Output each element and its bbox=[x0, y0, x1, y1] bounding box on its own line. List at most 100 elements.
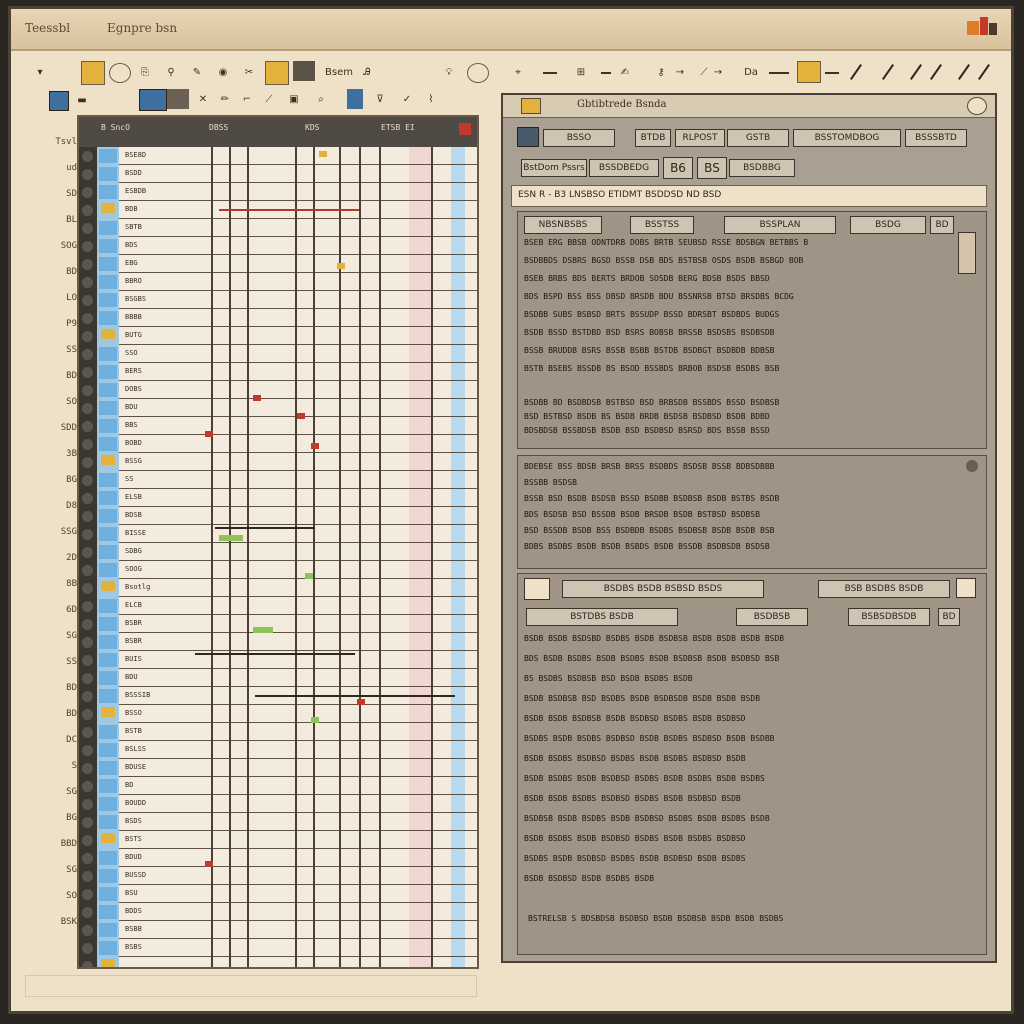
section-control[interactable]: BD bbox=[930, 216, 954, 234]
key-icon[interactable]: ⚷ bbox=[651, 63, 671, 81]
panel-button[interactable]: BS bbox=[697, 157, 727, 179]
chart-icon[interactable] bbox=[139, 89, 167, 111]
paste-icon[interactable]: ✎ bbox=[187, 63, 207, 81]
row-number-marker[interactable] bbox=[82, 511, 93, 522]
monitor-icon[interactable] bbox=[49, 91, 69, 111]
row-number-marker[interactable] bbox=[82, 277, 93, 288]
column-header[interactable]: ETSB EI bbox=[381, 123, 451, 133]
sidebar-icon[interactable] bbox=[347, 89, 363, 109]
note-icon[interactable] bbox=[797, 61, 821, 83]
pen-icon[interactable] bbox=[958, 64, 970, 80]
section-three-expand-icon[interactable] bbox=[956, 578, 976, 598]
row-number-marker[interactable] bbox=[82, 457, 93, 468]
chart-line-icon[interactable]: ⟋ bbox=[259, 89, 279, 109]
row-code-cell[interactable]: BDUSE bbox=[125, 763, 209, 773]
row-code-cell[interactable]: BDU bbox=[125, 673, 209, 683]
row-code-cell[interactable]: BERS bbox=[125, 367, 209, 377]
section-control[interactable]: NBSNBSBS bbox=[524, 216, 602, 234]
pen-icon[interactable] bbox=[978, 64, 990, 80]
scissors-icon[interactable]: ✂ bbox=[239, 63, 259, 81]
row-number-marker[interactable] bbox=[82, 205, 93, 216]
row-code-cell[interactable]: BUSSD bbox=[125, 871, 209, 881]
copy-icon[interactable]: ⎘ bbox=[135, 63, 155, 81]
row-number-marker[interactable] bbox=[82, 907, 93, 918]
row-code-cell[interactable]: BSDD bbox=[125, 169, 209, 179]
panel-button[interactable]: BSSTOMDBOG bbox=[793, 129, 901, 147]
row-code-cell[interactable]: BOUDD bbox=[125, 799, 209, 809]
row-number-marker[interactable] bbox=[82, 547, 93, 558]
toolbar-label-bsem[interactable]: Bsem bbox=[317, 63, 361, 81]
globe-icon[interactable] bbox=[467, 63, 489, 83]
panel-close-icon[interactable] bbox=[967, 97, 987, 115]
panel-button[interactable]: RLPOST bbox=[675, 129, 725, 147]
row-number-marker[interactable] bbox=[82, 565, 93, 576]
row-number-marker[interactable] bbox=[82, 223, 93, 234]
panel-monitor-icon[interactable] bbox=[517, 127, 539, 147]
section-control[interactable]: BSDBS BSDB BSBSD BSDS bbox=[562, 580, 764, 598]
row-number-marker[interactable] bbox=[82, 727, 93, 738]
row-number-marker[interactable] bbox=[82, 583, 93, 594]
row-number-marker[interactable] bbox=[82, 799, 93, 810]
image-icon[interactable]: ▣ bbox=[283, 89, 305, 109]
row-code-cell[interactable]: SSO bbox=[125, 349, 209, 359]
row-code-cell[interactable]: BDSB bbox=[125, 511, 209, 521]
row-number-marker[interactable] bbox=[82, 601, 93, 612]
row-code-cell[interactable]: DOBS bbox=[125, 385, 209, 395]
row-code-cell[interactable]: SOOG bbox=[125, 565, 209, 575]
menu-arrow-icon[interactable]: ▾ bbox=[31, 63, 49, 81]
panel-button[interactable]: BSSO bbox=[543, 129, 615, 147]
row-code-cell[interactable]: EBG bbox=[125, 259, 209, 269]
row-code-cell[interactable]: BSDS bbox=[125, 817, 209, 827]
row-number-marker[interactable] bbox=[82, 637, 93, 648]
row-number-marker[interactable] bbox=[82, 853, 93, 864]
row-code-cell[interactable]: BDDS bbox=[125, 907, 209, 917]
brush-icon[interactable]: ✍ bbox=[615, 63, 635, 81]
section-control[interactable]: BSSTSS bbox=[630, 216, 694, 234]
section-three-icon[interactable] bbox=[524, 578, 550, 600]
row-code-cell[interactable]: BDB bbox=[125, 205, 209, 215]
section-control[interactable]: BSSPLAN bbox=[724, 216, 836, 234]
row-number-marker[interactable] bbox=[82, 763, 93, 774]
row-code-cell[interactable]: BUIS bbox=[125, 655, 209, 665]
cross-icon[interactable]: ✕ bbox=[193, 89, 213, 109]
section-control[interactable]: BSB BSDBS BSDB bbox=[818, 580, 950, 598]
panel-button[interactable]: BSSDBEDG bbox=[589, 159, 659, 177]
pen-icon[interactable] bbox=[882, 64, 894, 80]
row-code-cell[interactable]: BSGBS bbox=[125, 295, 209, 305]
row-number-marker[interactable] bbox=[82, 745, 93, 756]
search-icon[interactable]: ⌕ bbox=[311, 89, 331, 109]
row-number-marker[interactable] bbox=[82, 781, 93, 792]
row-number-marker[interactable] bbox=[82, 619, 93, 630]
draw-icon[interactable]: ✏ bbox=[215, 89, 235, 109]
slash-icon[interactable]: ⟋ bbox=[697, 63, 711, 81]
row-code-cell[interactable]: BD bbox=[125, 781, 209, 791]
filter-icon[interactable]: ⊽ bbox=[369, 89, 391, 109]
row-code-cell[interactable]: SBTB bbox=[125, 223, 209, 233]
row-number-marker[interactable] bbox=[82, 817, 93, 828]
row-number-marker[interactable] bbox=[82, 475, 93, 486]
section-control[interactable]: BD bbox=[938, 608, 960, 626]
row-number-marker[interactable] bbox=[82, 439, 93, 450]
row-number-marker[interactable] bbox=[82, 871, 93, 882]
row-number-marker[interactable] bbox=[82, 655, 93, 666]
highlight-icon[interactable]: ⌇ bbox=[421, 89, 441, 109]
row-code-cell[interactable]: ELSB bbox=[125, 493, 209, 503]
row-code-cell[interactable]: BUTG bbox=[125, 331, 209, 341]
bulb-icon[interactable]: 💡︎ bbox=[439, 63, 459, 81]
panel-button[interactable]: BstDom Pssrs bbox=[521, 159, 587, 177]
arrow-right-icon[interactable]: → bbox=[711, 63, 725, 81]
section-control[interactable]: BSDG bbox=[850, 216, 926, 234]
pen-icon[interactable] bbox=[930, 64, 942, 80]
row-code-cell[interactable]: BBBB bbox=[125, 313, 209, 323]
row-code-cell[interactable]: BBS bbox=[125, 421, 209, 431]
table-icon[interactable] bbox=[167, 89, 189, 109]
pen-icon[interactable] bbox=[910, 64, 922, 80]
spreadsheet-grid[interactable]: B SncO DBSS KDS ETSB EI BSE8D BSDD ESBDB BD… bbox=[77, 115, 479, 969]
row-number-marker[interactable] bbox=[82, 331, 93, 342]
toolbar-label-da[interactable]: Da bbox=[739, 63, 763, 81]
row-code-cell[interactable]: BSBR bbox=[125, 619, 209, 629]
row-number-marker[interactable] bbox=[82, 709, 93, 720]
row-code-cell[interactable]: BSU bbox=[125, 889, 209, 899]
panel-button[interactable]: B6 bbox=[663, 157, 693, 179]
row-code-cell[interactable]: BSLSS bbox=[125, 745, 209, 755]
